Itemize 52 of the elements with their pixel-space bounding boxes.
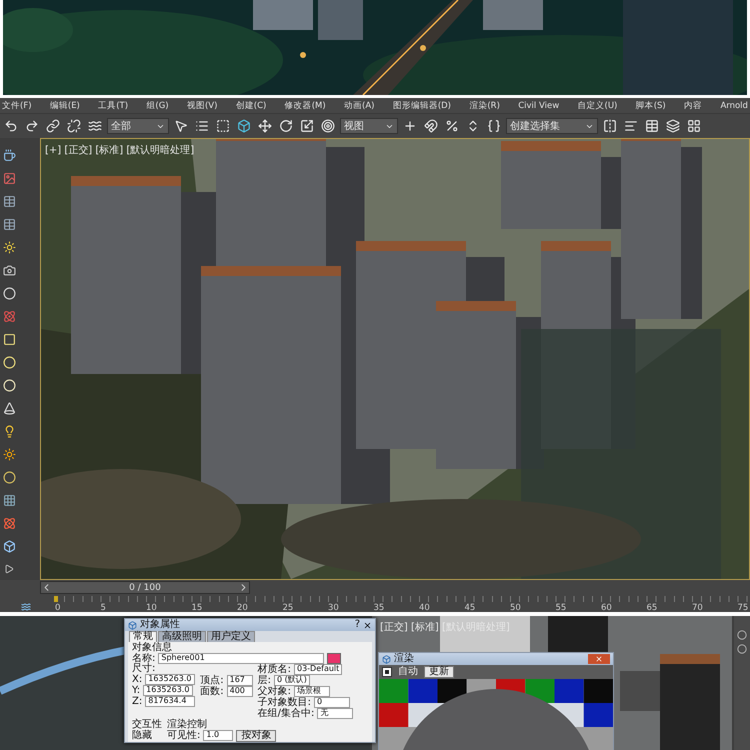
tick-label: 5 [100,604,107,612]
mirror-icon[interactable] [601,117,619,135]
menu-item[interactable]: Civil View [518,100,560,110]
selection-filter-dropdown[interactable]: 全部 [107,118,169,134]
menu-item[interactable]: 编辑(E) [50,100,80,112]
menu-item[interactable]: 内容 [684,100,702,112]
table-icon[interactable] [643,117,661,135]
scale-icon[interactable] [298,117,316,135]
coordinate-dropdown[interactable]: 视图 [340,118,398,134]
menu-item[interactable]: 动画(A) [344,100,374,112]
layers-icon[interactable] [664,117,682,135]
target-icon[interactable] [319,117,337,135]
magnet-icon[interactable] [422,117,440,135]
link-icon[interactable] [44,117,62,135]
tick-label: 10 [146,604,158,612]
timeline-track[interactable]: 0 5 10 15 20 25 30 35 40 45 50 55 60 65 70 75 [52,596,750,612]
move-icon[interactable] [256,117,274,135]
menu-item[interactable]: 脚本(S) [636,100,666,112]
menu-item[interactable]: 渲染(R) [469,100,500,112]
tick-label: 45 [464,604,476,612]
tick-label: 65 [646,604,658,612]
menu-item[interactable]: 创建(C) [236,100,266,112]
tick-label: 40 [419,604,431,612]
tick-label: 70 [692,604,704,612]
rotate-icon[interactable] [277,117,295,135]
tick-label: 0 [55,604,62,612]
time-marker [54,596,58,602]
frame-counter-bar[interactable]: 0 / 100 [40,581,250,594]
curve-icon[interactable] [21,602,31,612]
menu-item[interactable]: 图形编辑器(D) [392,100,451,112]
tick-label: 15 [192,604,204,612]
menu-item[interactable]: 文件(F) [2,100,32,112]
tick-label: 75 [738,604,748,612]
tick-label: 35 [374,604,386,612]
tick-label: 25 [282,604,294,612]
menu-item[interactable]: 组(G) [146,100,169,112]
named-selection-dropdown[interactable]: 创建选择集 [506,118,598,134]
tick-label: 50 [510,604,522,612]
unlink-icon[interactable] [65,117,83,135]
tick-label: 20 [237,604,249,612]
grid-icon[interactable] [685,117,703,135]
cube-icon[interactable] [235,117,253,135]
menu-item[interactable]: 工具(T) [98,100,128,112]
menu-item[interactable]: 修改器(M) [284,100,326,112]
menu-item[interactable]: Arnold [720,100,748,110]
dashed-square-icon[interactable] [214,117,232,135]
menu-item[interactable]: 视图(V) [186,100,218,112]
tick-label: 30 [328,604,340,612]
tick-label: 55 [556,604,568,612]
tick-label: 60 [601,604,613,612]
viewport-label: [+] [正交] [标准] [默认明暗处理] [45,144,194,157]
menu-item[interactable]: 自定义(U) [578,100,618,112]
